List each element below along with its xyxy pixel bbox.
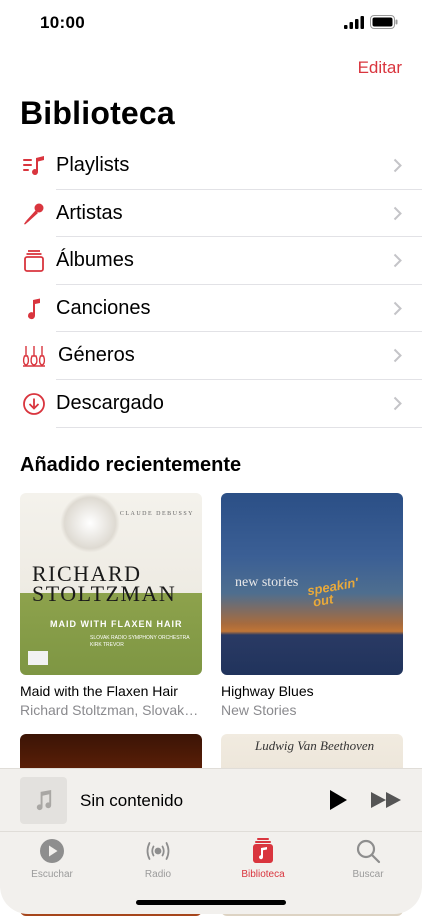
- section-title-recent: Añadido recientemente: [20, 454, 242, 476]
- status-bar: 10:00: [0, 0, 422, 48]
- chevron-right-icon: [393, 206, 402, 220]
- library-list: Playlists Artistas Álbumes Canciones Gén…: [0, 142, 422, 428]
- cover-text: new stories: [235, 575, 299, 590]
- music-note-icon: [22, 297, 46, 321]
- library-item-canciones[interactable]: Canciones: [0, 285, 422, 333]
- download-circle-icon: [22, 392, 46, 416]
- home-indicator[interactable]: [136, 900, 286, 905]
- chevron-right-icon: [393, 396, 402, 411]
- cover-decoration: [60, 493, 120, 553]
- battery-icon: [370, 15, 398, 29]
- library-item-playlists[interactable]: Playlists: [0, 142, 422, 190]
- library-item-generos[interactable]: Géneros: [0, 332, 422, 380]
- tab-label: Buscar: [352, 869, 384, 880]
- microphone-icon: [22, 202, 46, 226]
- tab-label: Radio: [144, 869, 172, 880]
- album-stack-icon: [22, 249, 46, 273]
- tab-label: Biblioteca: [241, 869, 285, 880]
- cover-text: SLOVAK RADIO SYMPHONY ORCHESTRA KIRK TREV…: [90, 635, 190, 648]
- radio-waves-icon: [146, 842, 170, 860]
- music-note-icon: [36, 789, 52, 811]
- playlist-icon: [22, 154, 46, 178]
- album-card[interactable]: CLAUDE DEBUSSY RICHARD STOLTZMAN MAID WI…: [20, 493, 202, 718]
- tab-buscar[interactable]: Buscar: [326, 836, 410, 880]
- tab-escuchar[interactable]: Escuchar: [10, 836, 94, 880]
- library-item-label: Playlists: [56, 154, 130, 176]
- library-item-descargado[interactable]: Descargado: [0, 380, 422, 428]
- cover-text: Ludwig Van Beethoven: [255, 738, 375, 753]
- chevron-right-icon: [393, 349, 402, 363]
- tab-radio[interactable]: Radio: [116, 836, 200, 880]
- now-playing-title: Sin contenido: [80, 791, 184, 810]
- cover-text: CLAUDE DEBUSSY: [119, 511, 194, 517]
- album-title: Highway Blues: [221, 683, 314, 699]
- play-circle-icon: [40, 839, 64, 863]
- cellular-signal-icon: [344, 16, 364, 29]
- library-item-label: Canciones: [56, 296, 151, 319]
- edit-button[interactable]: Editar: [358, 58, 402, 78]
- album-title: Maid with the Flaxen Hair: [20, 683, 178, 699]
- library-item-label: Álbumes: [56, 249, 134, 272]
- fast-forward-button[interactable]: [370, 791, 403, 809]
- chevron-right-icon: [393, 253, 402, 268]
- cover-text: out: [311, 591, 335, 610]
- now-playing-artwork: [20, 777, 67, 824]
- album-card[interactable]: new stories speakin' out Highway Blues N…: [221, 493, 403, 718]
- library-item-label: Géneros: [58, 344, 135, 367]
- library-item-artistas[interactable]: Artistas: [0, 190, 422, 238]
- tab-label: Escuchar: [31, 869, 73, 880]
- album-cover: new stories speakin' out: [221, 493, 403, 675]
- album-artist: Richard Stoltzman, Slovak Radio Symphony…: [20, 702, 202, 718]
- chevron-right-icon: [393, 158, 402, 173]
- library-item-label: Artistas: [56, 201, 123, 224]
- divider: [56, 426, 422, 428]
- guitars-icon: [22, 344, 46, 368]
- library-icon: [253, 838, 273, 863]
- album-artist: New Stories: [221, 702, 297, 718]
- search-icon: [356, 839, 381, 864]
- cover-text: MAID WITH FLAXEN HAIR: [50, 619, 183, 629]
- tab-biblioteca[interactable]: Biblioteca: [221, 836, 305, 880]
- mini-player[interactable]: Sin contenido: [0, 768, 422, 832]
- label-logo: [28, 651, 48, 665]
- play-button[interactable]: [327, 789, 349, 811]
- chevron-right-icon: [393, 301, 402, 315]
- status-time: 10:00: [40, 13, 85, 32]
- page-title: Biblioteca: [20, 95, 175, 131]
- library-item-albumes[interactable]: Álbumes: [0, 237, 422, 285]
- cover-text: STOLTZMAN: [32, 581, 177, 606]
- library-item-label: Descargado: [56, 391, 164, 414]
- album-cover: CLAUDE DEBUSSY RICHARD STOLTZMAN MAID WI…: [20, 493, 202, 675]
